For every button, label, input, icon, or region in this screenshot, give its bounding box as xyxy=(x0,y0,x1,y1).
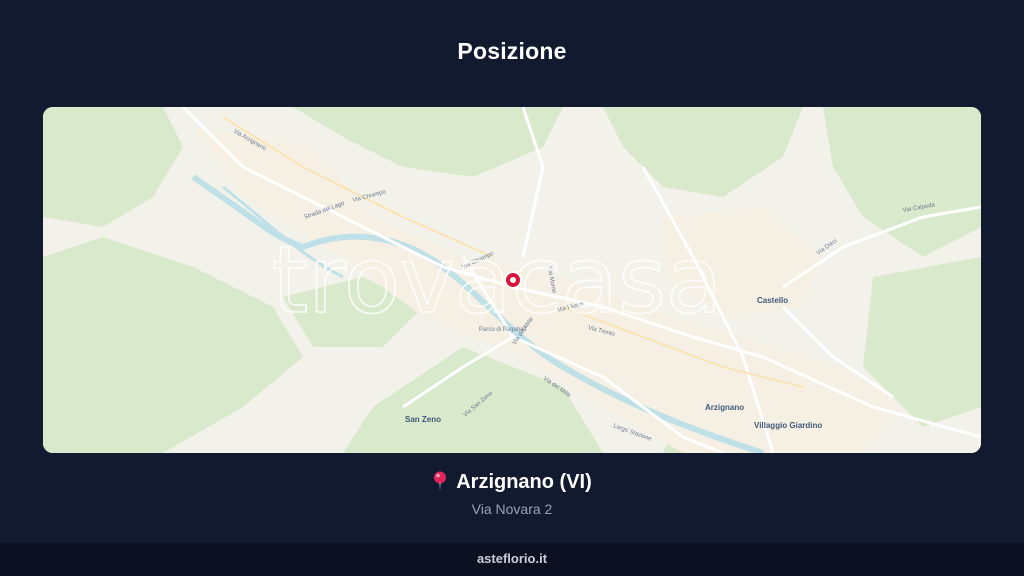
address-label: Via Novara 2 xyxy=(471,501,553,517)
location-pin-icon[interactable] xyxy=(504,271,522,289)
place-label: Castello xyxy=(757,296,788,305)
map-pin-icon xyxy=(432,471,448,497)
watermark: trovacasa xyxy=(272,227,722,334)
city-label: Arzignano (VI) xyxy=(456,471,592,493)
place-label: San Zeno xyxy=(405,415,441,424)
page-title: Posizione xyxy=(457,38,567,64)
place-label: Arzignano xyxy=(705,403,744,412)
site-link[interactable]: asteflorio.it xyxy=(477,551,547,566)
place-label: Villaggio Giardino xyxy=(754,421,822,430)
footer: asteflorio.it xyxy=(0,543,1024,576)
location-map[interactable]: Via Arzignano Via Chiampo Strada del Lag… xyxy=(43,107,981,453)
location-heading: Arzignano (VI) xyxy=(0,471,1024,497)
